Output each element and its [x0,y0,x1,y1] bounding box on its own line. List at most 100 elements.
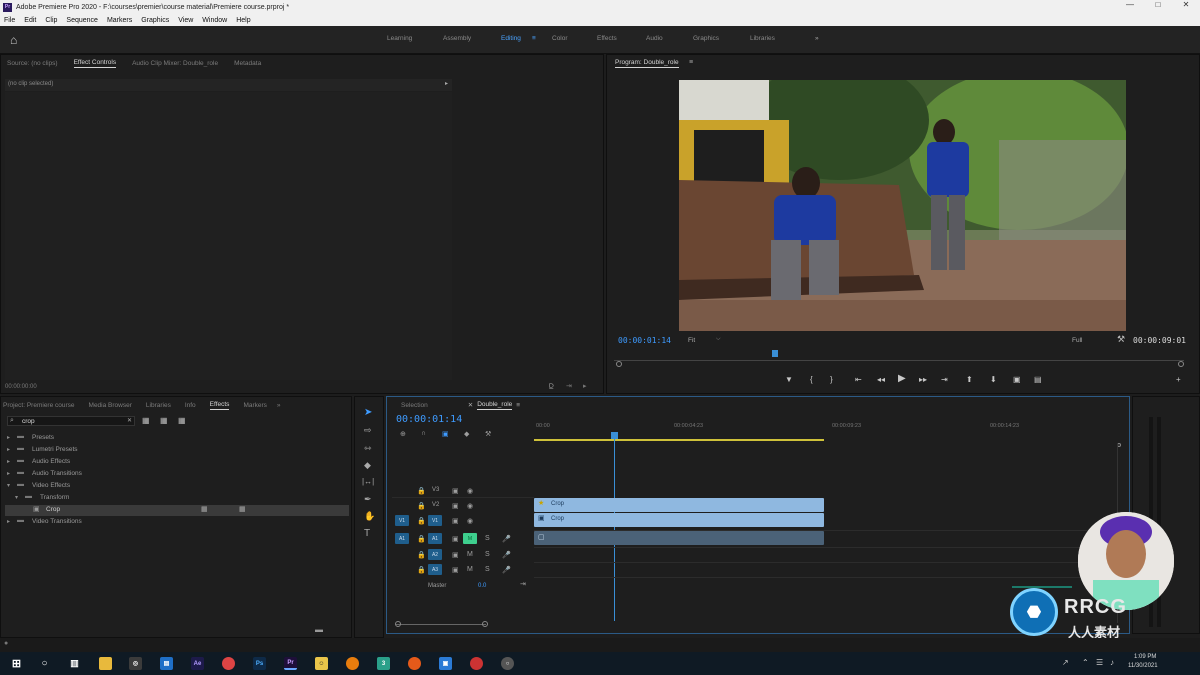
app-icon[interactable]: ○ [501,657,514,670]
selection-tool-icon[interactable]: ➤ [364,407,372,418]
home-icon[interactable]: ⌂ [10,33,17,47]
workspace-color[interactable]: Color [552,35,568,42]
workspace-libraries[interactable]: Libraries [750,35,775,42]
eye-icon[interactable]: ◉ [467,487,473,495]
solo-icon[interactable]: S [485,551,490,558]
effects-search-input[interactable]: crop [22,418,35,425]
app-icon[interactable]: 3 [377,657,390,670]
program-scrub-bar[interactable] [614,360,1184,361]
add-marker-icon[interactable]: ◆ [464,430,469,438]
add-marker-icon[interactable]: ▼ [785,375,793,384]
button-editor-icon[interactable]: + [1176,375,1181,384]
tab-project[interactable]: Project: Premiere course [3,402,75,409]
chrome-icon[interactable] [470,657,483,670]
lock-icon[interactable]: 🔒 [417,517,426,525]
sync-lock-icon[interactable]: ▣ [452,535,459,543]
nest-sequence-icon[interactable]: ⊕ [400,430,406,438]
tab-effect-controls[interactable]: Effect Controls [73,59,117,68]
volume-icon[interactable]: ♪ [1110,658,1114,667]
close-icon[interactable]: ✕ [1172,0,1200,14]
export-icon[interactable]: ⇥ [566,382,572,390]
photoshop-icon[interactable]: Ps [253,657,266,670]
work-area-bar[interactable] [534,439,824,441]
go-to-end-icon[interactable]: ⇥ [520,580,526,588]
fit-chevron-icon[interactable]: ⌵ [716,336,721,343]
solo-icon[interactable]: S [485,566,490,573]
tree-item-lumetri-presets[interactable]: ▸ ▬ Lumetri Presets [5,445,345,456]
master-value[interactable]: 0.0 [478,583,486,589]
sync-lock-icon[interactable]: ▣ [452,517,459,525]
comparison-view-icon[interactable]: ▤ [1034,375,1042,384]
lock-icon[interactable]: 🔒 [417,502,426,510]
network-icon[interactable]: ☰ [1096,658,1103,667]
minimize-icon[interactable]: — [1116,0,1144,14]
tab-double-role[interactable]: Double_role [477,401,513,410]
tray-chevron-icon[interactable]: ⌃ [1082,658,1089,667]
close-tab-icon[interactable]: ✕ [468,401,473,409]
eye-icon[interactable]: ◉ [467,502,473,510]
panel-menu-icon[interactable]: ≡ [516,402,520,409]
chevron-right-icon[interactable]: ▸ [7,458,10,465]
app-icon[interactable]: ▣ [439,657,452,670]
sync-lock-icon[interactable]: ▣ [452,566,459,574]
panel-menu-icon[interactable]: ≡ [689,59,693,66]
accelerated-effects-icon[interactable]: ▦ [142,416,150,425]
program-zoom-handle-right[interactable] [1178,361,1184,367]
menu-view[interactable]: View [178,17,193,24]
lift-icon[interactable]: ⬆ [966,375,973,384]
timeline-zoom-handle-left[interactable] [395,621,401,627]
menu-window[interactable]: Window [202,17,227,24]
tab-program[interactable]: Program: Double_role [615,59,679,68]
more-workspaces-icon[interactable]: » [815,35,819,42]
clip-v2[interactable]: ▣ Crop [534,513,824,527]
store-icon[interactable]: ▤ [160,657,173,670]
chevron-right-icon[interactable]: ▸ [7,470,10,477]
people-icon[interactable]: ↗ [1062,658,1069,667]
program-zoom-handle-left[interactable] [616,361,622,367]
workspace-audio[interactable]: Audio [646,35,663,42]
tab-metadata[interactable]: Metadata [234,60,261,67]
workspace-learning[interactable]: Learning [387,35,412,42]
menu-help[interactable]: Help [236,17,250,24]
source-patch-v1[interactable]: V1 [395,515,409,526]
ripple-edit-tool-icon[interactable]: ⇿ [364,443,372,454]
chevron-down-icon[interactable]: ▾ [7,482,10,489]
solo-icon[interactable]: S [485,535,490,542]
track-label-v1[interactable]: V1 [428,515,442,526]
mute-a1-button[interactable]: M [463,533,477,544]
workspace-effects[interactable]: Effects [597,35,617,42]
workspace-editing[interactable]: Editing [501,35,521,42]
export-frame-icon[interactable]: ▣ [1013,375,1021,384]
mute-icon[interactable]: M [467,566,473,573]
fit-dropdown[interactable]: Fit [688,337,695,344]
slip-tool-icon[interactable]: |↔| [362,477,374,486]
menu-graphics[interactable]: Graphics [141,17,169,24]
32bit-effects-icon[interactable]: ▦ [160,416,168,425]
track-label-a1[interactable]: A1 [428,533,442,544]
track-label-a3[interactable]: A3 [428,564,442,575]
settings-wrench-icon[interactable]: ⚒ [1117,334,1125,345]
clear-search-icon[interactable]: ✕ [127,417,132,424]
chevron-down-icon[interactable]: ▾ [15,494,18,501]
tree-item-crop[interactable]: ▣ Crop ▦ ▦ [5,505,349,516]
pen-tool-icon[interactable]: ✒ [364,494,372,505]
menu-sequence[interactable]: Sequence [66,17,98,24]
tree-item-presets[interactable]: ▸ ▬ Presets [5,433,345,444]
blender-icon[interactable] [346,657,359,670]
lock-icon[interactable]: 🔒 [417,551,426,559]
effects-search-box[interactable]: ⌕ crop ✕ [7,416,135,426]
more-tabs-icon[interactable]: » [277,402,281,409]
microphone-icon[interactable]: 🎤 [502,566,511,574]
source-patch-a1[interactable]: A1 [395,533,409,544]
timeline-zoom-handle-right[interactable] [482,621,488,627]
tab-source[interactable]: Source: (no clips) [7,60,58,67]
file-explorer-icon[interactable] [99,657,112,670]
timeline-settings-wrench-icon[interactable]: ⚒ [485,430,491,438]
tab-selection[interactable]: Selection [401,402,428,409]
clock-date[interactable]: 11/30/2021 [1128,663,1158,669]
timeline-playhead-head[interactable] [611,432,618,439]
search-icon[interactable]: ○ [38,657,51,670]
mark-out-icon[interactable]: } [830,375,833,384]
clip-a1-audio[interactable]: ▢ [534,531,824,545]
linked-selection-icon[interactable]: ▣ [442,430,449,438]
